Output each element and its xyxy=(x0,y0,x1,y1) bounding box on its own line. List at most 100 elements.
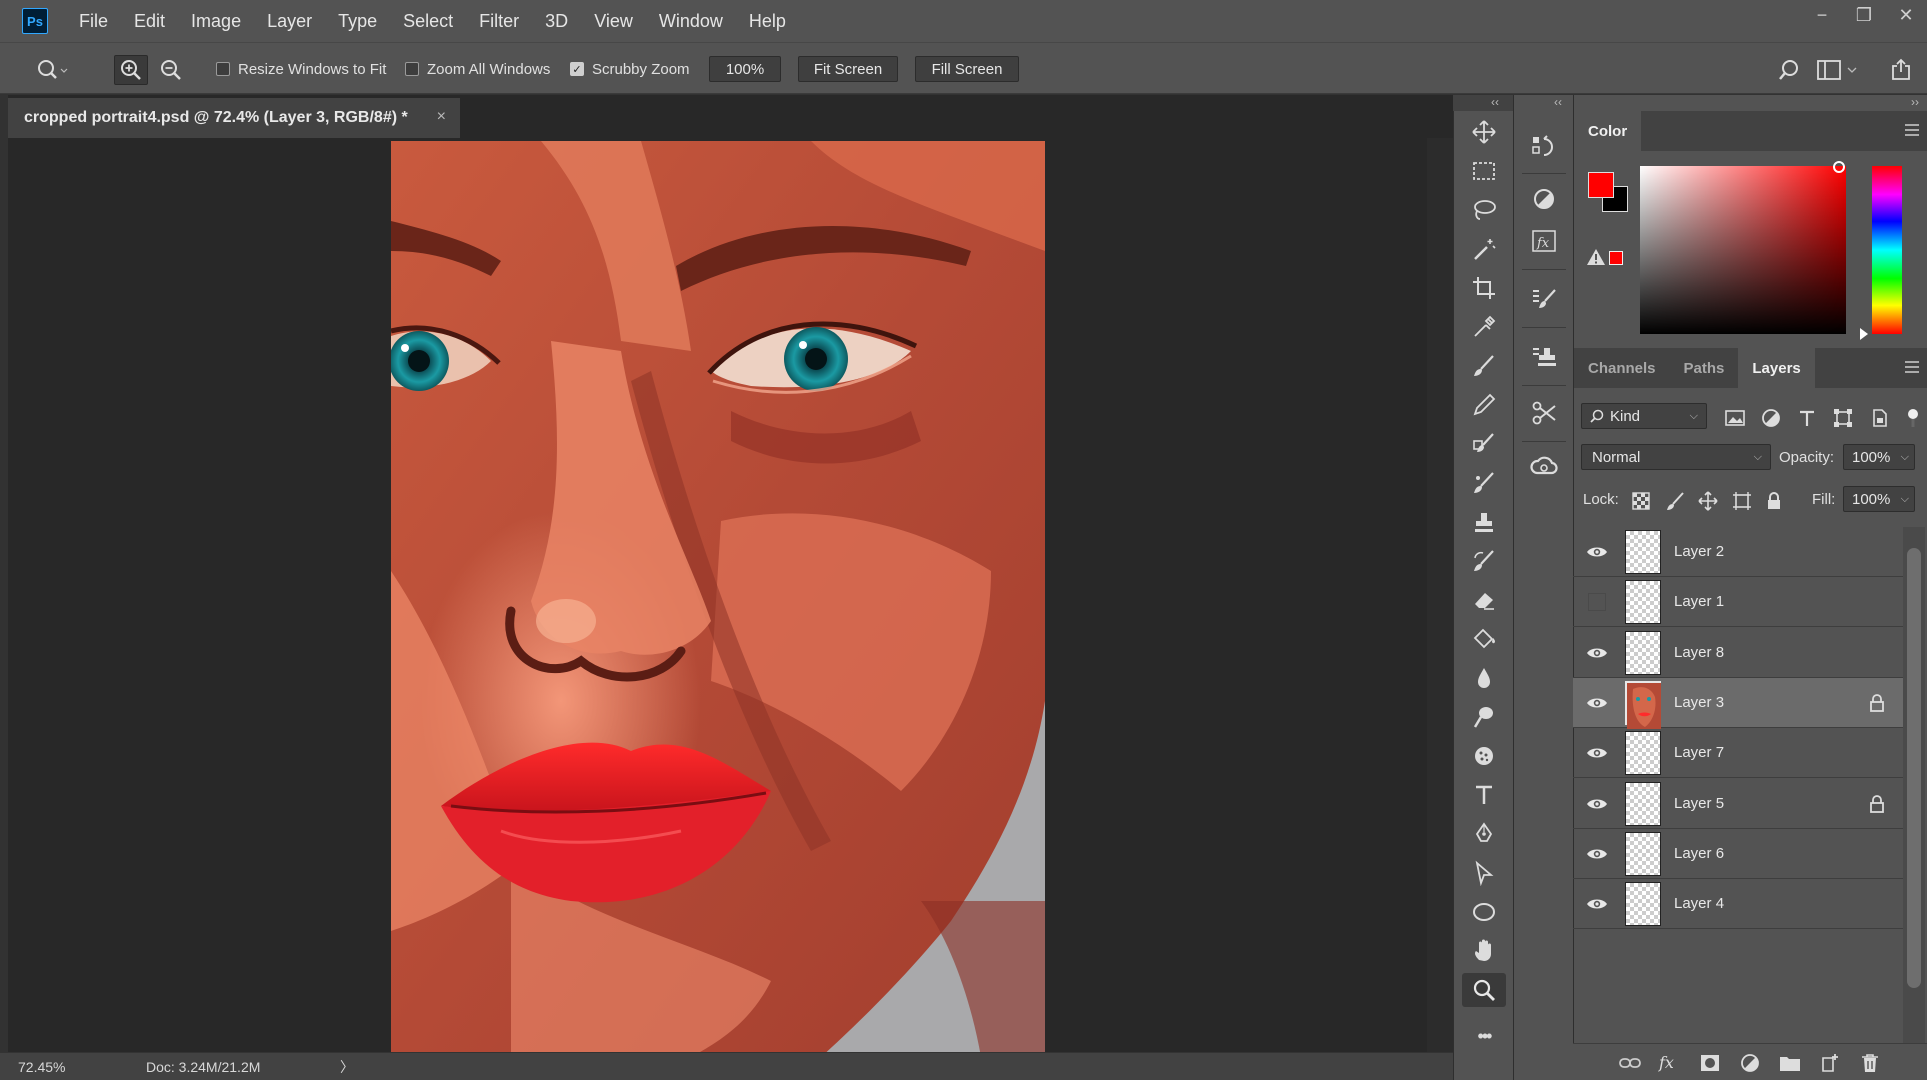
filter-pixel-layers[interactable] xyxy=(1724,407,1746,429)
hue-slider[interactable] xyxy=(1872,166,1902,334)
marquee-tool[interactable] xyxy=(1462,154,1506,188)
layer-name[interactable]: Layer 5 xyxy=(1674,795,1724,812)
layers-panel-menu-icon[interactable] xyxy=(1904,360,1920,374)
layer-name[interactable]: Layer 8 xyxy=(1674,644,1724,661)
lock-all[interactable] xyxy=(1763,490,1785,512)
share-button[interactable] xyxy=(1884,55,1918,85)
fill-screen-button[interactable]: Fill Screen xyxy=(915,56,1019,82)
layer-row[interactable]: Layer 8 xyxy=(1573,628,1903,678)
lock-image-pixels[interactable] xyxy=(1664,490,1686,512)
layer-visibility-toggle[interactable] xyxy=(1585,691,1609,715)
eyedropper-tool[interactable] xyxy=(1462,310,1506,344)
zoom-100-button[interactable]: 100% xyxy=(709,56,781,82)
paint-bucket-tool[interactable] xyxy=(1462,622,1506,656)
menu-window[interactable]: Window xyxy=(646,0,736,42)
layer-row[interactable]: Layer 6 xyxy=(1573,829,1903,879)
hand-tool[interactable] xyxy=(1462,934,1506,968)
pencil-tool[interactable] xyxy=(1462,388,1506,422)
menu-view[interactable]: View xyxy=(581,0,646,42)
lasso-tool[interactable] xyxy=(1462,193,1506,227)
eraser-tool[interactable] xyxy=(1462,583,1506,617)
fit-screen-button[interactable]: Fit Screen xyxy=(798,56,898,82)
search-button[interactable] xyxy=(1772,55,1806,85)
expand-panels-icon[interactable]: ‹‹ xyxy=(1554,95,1562,109)
adjustments-panel-button[interactable] xyxy=(1524,181,1564,217)
zoom-out-mode-button[interactable] xyxy=(154,55,188,85)
workspace-switcher[interactable] xyxy=(1814,55,1864,85)
history-brush-tool[interactable] xyxy=(1462,544,1506,578)
layer-thumbnail[interactable] xyxy=(1625,630,1661,675)
layer-row[interactable]: Layer 4 xyxy=(1573,879,1903,930)
tool-preset-picker[interactable] xyxy=(34,55,68,85)
gamut-color-swatch[interactable] xyxy=(1609,251,1623,265)
tab-paths[interactable]: Paths xyxy=(1670,348,1739,388)
menu-filter[interactable]: Filter xyxy=(466,0,532,42)
new-adjustment-layer-button[interactable] xyxy=(1737,1050,1763,1076)
stamp-tool[interactable] xyxy=(1462,505,1506,539)
mixer-brush-tool[interactable] xyxy=(1462,466,1506,500)
lock-artboard[interactable] xyxy=(1731,490,1753,512)
collapse-dock-icon[interactable]: ›› xyxy=(1911,95,1919,109)
zoom-tool[interactable] xyxy=(1462,973,1506,1007)
ellipse-tool[interactable] xyxy=(1462,895,1506,929)
color-panel-menu-icon[interactable] xyxy=(1904,123,1920,137)
color-spectrum-field[interactable] xyxy=(1640,166,1846,334)
move-tool[interactable] xyxy=(1462,115,1506,149)
zoom-all-checkbox[interactable] xyxy=(405,62,419,76)
color-picker-cursor[interactable] xyxy=(1833,161,1845,173)
foreground-color-swatch[interactable] xyxy=(1588,172,1614,198)
layer-name[interactable]: Layer 2 xyxy=(1674,543,1724,560)
clone-stamp-tool[interactable] xyxy=(1462,427,1506,461)
layer-visibility-toggle[interactable] xyxy=(1585,741,1609,765)
document-tab[interactable]: cropped portrait4.psd @ 72.4% (Layer 3, … xyxy=(8,98,460,138)
layer-kind-filter[interactable]: Kind ⌵ xyxy=(1581,403,1707,429)
restore-button[interactable]: ❐ xyxy=(1843,0,1885,30)
layer-row[interactable]: Layer 7 xyxy=(1573,728,1903,779)
layer-name[interactable]: Layer 1 xyxy=(1674,593,1724,610)
path-selection-tool[interactable] xyxy=(1462,856,1506,890)
crop-tool[interactable] xyxy=(1462,271,1506,305)
tab-channels[interactable]: Channels xyxy=(1574,348,1670,388)
delete-layer-button[interactable] xyxy=(1857,1050,1883,1076)
healing-brush-tool[interactable] xyxy=(1462,349,1506,383)
resize-windows-checkbox[interactable] xyxy=(216,62,230,76)
link-layers-button[interactable] xyxy=(1617,1050,1643,1076)
layer-visibility-toggle[interactable] xyxy=(1585,641,1609,665)
layer-row[interactable]: Layer 1 xyxy=(1573,577,1903,628)
gamut-warning-icon[interactable] xyxy=(1586,248,1606,266)
blend-mode-select[interactable]: Normal ⌵ xyxy=(1581,444,1771,470)
layer-visibility-toggle-off[interactable] xyxy=(1588,593,1606,612)
layer-row[interactable]: Layer 2 xyxy=(1573,527,1903,577)
layer-visibility-toggle[interactable] xyxy=(1585,540,1609,564)
magic-wand-tool[interactable] xyxy=(1462,232,1506,266)
menu-3d[interactable]: 3D xyxy=(532,0,581,42)
add-layer-style-button[interactable]: fx xyxy=(1657,1050,1683,1076)
add-mask-button[interactable] xyxy=(1697,1050,1723,1076)
pen-tool[interactable] xyxy=(1462,817,1506,851)
layer-thumbnail[interactable] xyxy=(1625,530,1661,574)
menu-type[interactable]: Type xyxy=(325,0,390,42)
photoshop-logo-icon[interactable]: Ps xyxy=(22,8,48,34)
menu-layer[interactable]: Layer xyxy=(254,0,325,42)
layers-scrollbar-thumb[interactable] xyxy=(1907,548,1921,988)
zoom-level-readout[interactable]: 72.45% xyxy=(18,1059,65,1075)
filter-toggle[interactable] xyxy=(1902,407,1924,429)
menu-image[interactable]: Image xyxy=(178,0,254,42)
layer-visibility-toggle[interactable] xyxy=(1585,842,1609,866)
menu-help[interactable]: Help xyxy=(736,0,799,42)
layer-thumbnail[interactable] xyxy=(1625,781,1661,826)
hue-slider-marker[interactable] xyxy=(1860,328,1868,340)
fill-input[interactable]: 100% ⌵ xyxy=(1843,486,1915,512)
close-document-icon[interactable]: × xyxy=(437,108,446,126)
collapse-toolbox-icon[interactable]: ‹‹ xyxy=(1491,95,1499,109)
layer-name[interactable]: Layer 6 xyxy=(1674,845,1724,862)
layer-thumbnail[interactable] xyxy=(1625,731,1661,776)
tool-presets-panel-button[interactable] xyxy=(1524,395,1564,431)
opacity-input[interactable]: 100% ⌵ xyxy=(1843,444,1915,470)
toolbox-header[interactable]: ‹‹ xyxy=(1453,95,1513,111)
close-window-button[interactable]: ✕ xyxy=(1885,0,1927,30)
type-tool[interactable] xyxy=(1462,778,1506,812)
filter-type-layers[interactable] xyxy=(1796,407,1818,429)
status-menu-arrow[interactable]: 〉 xyxy=(340,1057,354,1077)
menu-edit[interactable]: Edit xyxy=(121,0,178,42)
